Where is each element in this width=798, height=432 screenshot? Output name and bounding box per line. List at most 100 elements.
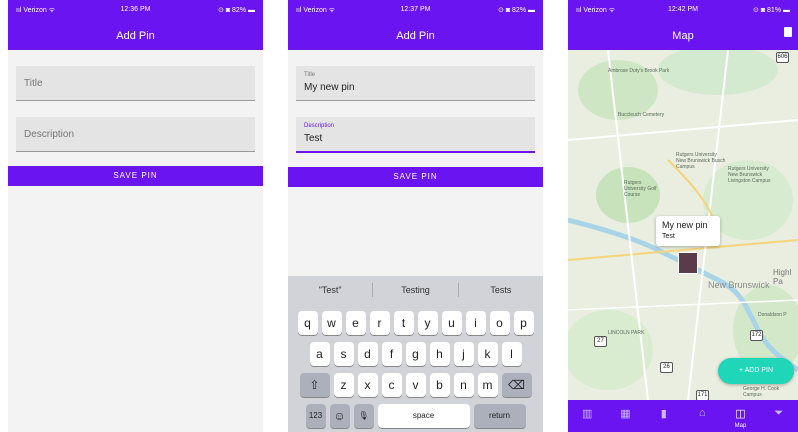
- filter-icon: ⏷: [774, 407, 784, 419]
- plus-icon: +: [738, 367, 744, 374]
- suggestion-item[interactable]: Testing: [373, 285, 457, 295]
- tab-item[interactable]: ▮: [645, 400, 683, 432]
- app-bar: Add Pin: [8, 20, 263, 50]
- key[interactable]: i: [465, 311, 486, 335]
- save-pin-button[interactable]: SAVE PIN: [8, 166, 263, 186]
- phone-add-pin-filled: ııl Verizon ᯤ 12:37 PM ⊙ ◙ 82% ▬ Add Pin…: [288, 0, 543, 432]
- key-row-1: q w e r t y u i o p: [288, 311, 543, 335]
- key[interactable]: n: [453, 373, 474, 397]
- map-label: Buccleuch Cemetery: [618, 112, 665, 118]
- map-icon: ◫: [735, 408, 746, 420]
- numbers-key[interactable]: 123: [305, 404, 326, 428]
- status-bar: ııl Verizon ᯤ 12:42 PM ⊙ ◙ 81% ▬: [568, 0, 798, 20]
- key[interactable]: y: [417, 311, 438, 335]
- page-title: Add Pin: [116, 30, 155, 42]
- suggestion-item[interactable]: Tests: [459, 285, 543, 295]
- map-label: Highl Pa: [773, 268, 792, 286]
- title-value: My new pin: [304, 82, 355, 93]
- key[interactable]: k: [477, 342, 498, 366]
- map-label: Rutgers University New Brunswick Busch C…: [676, 152, 726, 170]
- key[interactable]: w: [321, 311, 342, 335]
- key-row-4: 123 ☺ 🎙 space return: [288, 404, 543, 428]
- title-label: Title: [304, 72, 316, 78]
- tab-map[interactable]: ◫ Map: [721, 400, 759, 432]
- tab-item[interactable]: ⌂: [683, 400, 721, 432]
- key[interactable]: s: [333, 342, 354, 366]
- map-pin-photo[interactable]: [678, 252, 698, 274]
- title-input[interactable]: Title: [16, 66, 255, 101]
- shift-key[interactable]: ⇧: [299, 373, 330, 397]
- trash-icon[interactable]: [784, 27, 792, 37]
- tab-item[interactable]: ▦: [606, 400, 644, 432]
- key[interactable]: r: [369, 311, 390, 335]
- key[interactable]: e: [345, 311, 366, 335]
- map-label: Ambrose Doty's Brook Park: [608, 68, 670, 74]
- microphone-key[interactable]: 🎙: [353, 404, 374, 428]
- building-icon: ⌂: [698, 407, 706, 419]
- tab-label: Map: [734, 423, 747, 429]
- description-input[interactable]: Description Test: [296, 117, 535, 153]
- phone-add-pin-empty: ııl Verizon ᯤ 12:36 PM ⊙ ◙ 82% ▬ Add Pin…: [8, 0, 263, 432]
- suggestion-item[interactable]: "Test": [288, 285, 372, 295]
- app-bar: Map: [568, 20, 798, 50]
- suggestion-bar: "Test" Testing Tests: [288, 276, 543, 304]
- pin-callout[interactable]: My new pin Test: [656, 216, 720, 246]
- battery: ⊙ ◙ 82% ▬: [498, 7, 535, 14]
- map-label: LINCOLN PARK: [608, 330, 645, 336]
- key[interactable]: q: [297, 311, 318, 335]
- app-bar: Add Pin: [288, 20, 543, 50]
- key[interactable]: d: [357, 342, 378, 366]
- key[interactable]: m: [477, 373, 498, 397]
- key[interactable]: f: [381, 342, 402, 366]
- description-label: Description: [304, 123, 335, 129]
- key-row-2: a s d f g h j k l: [288, 342, 543, 366]
- key[interactable]: a: [309, 342, 330, 366]
- key[interactable]: h: [429, 342, 450, 366]
- route-shield: 172: [750, 330, 763, 341]
- key[interactable]: j: [453, 342, 474, 366]
- page-title: Map: [672, 30, 694, 42]
- tab-item[interactable]: ▥: [568, 400, 606, 432]
- route-shield: 27: [594, 336, 607, 347]
- map-label: George H. Cook Campus: [743, 386, 780, 398]
- add-pin-button[interactable]: + ADD PIN: [718, 358, 794, 384]
- space-key[interactable]: space: [377, 404, 470, 428]
- save-pin-button[interactable]: SAVE PIN: [288, 167, 543, 187]
- key[interactable]: g: [405, 342, 426, 366]
- return-key[interactable]: return: [473, 404, 526, 428]
- description-input[interactable]: Description: [16, 117, 255, 152]
- title-placeholder: Title: [24, 78, 43, 89]
- description-placeholder: Description: [24, 129, 75, 140]
- key[interactable]: t: [393, 311, 414, 335]
- page-title: Add Pin: [396, 30, 435, 42]
- route-shield: 606: [776, 52, 789, 63]
- emoji-key[interactable]: ☺: [329, 404, 350, 428]
- key[interactable]: c: [381, 373, 402, 397]
- title-input[interactable]: Title My new pin: [296, 66, 535, 101]
- status-bar: ııl Verizon ᯤ 12:37 PM ⊙ ◙ 82% ▬: [288, 0, 543, 20]
- map-view[interactable]: Ambrose Doty's Brook Park Buccleuch Ceme…: [568, 50, 798, 400]
- battery: ⊙ ◙ 81% ▬: [753, 7, 790, 14]
- map-label: Rutgers University Golf Course: [624, 180, 657, 198]
- bottom-tab-bar: ▥ ▦ ▮ ⌂ ◫ Map ⏷: [568, 400, 798, 432]
- map-label: Rutgers University New Brunswick Livings…: [728, 166, 771, 184]
- key[interactable]: u: [441, 311, 462, 335]
- backspace-key[interactable]: ⌫: [501, 373, 532, 397]
- tab-item[interactable]: ⏷: [760, 400, 798, 432]
- key[interactable]: p: [513, 311, 534, 335]
- description-value: Test: [304, 133, 323, 144]
- battery: ⊙ ◙ 82% ▬: [218, 7, 255, 14]
- key[interactable]: l: [501, 342, 522, 366]
- pin-description: Test: [662, 233, 675, 240]
- key[interactable]: x: [357, 373, 378, 397]
- calendar-icon: ▦: [620, 408, 631, 420]
- key[interactable]: b: [429, 373, 450, 397]
- map-label: Donaldson P: [758, 312, 787, 318]
- route-shield: 26: [660, 362, 673, 373]
- keyboard: "Test" Testing Tests q w e r t y u i o p…: [288, 276, 543, 432]
- bookmark-icon: ▮: [660, 408, 667, 420]
- status-bar: ııl Verizon ᯤ 12:36 PM ⊙ ◙ 82% ▬: [8, 0, 263, 20]
- key[interactable]: z: [333, 373, 354, 397]
- key[interactable]: v: [405, 373, 426, 397]
- key[interactable]: o: [489, 311, 510, 335]
